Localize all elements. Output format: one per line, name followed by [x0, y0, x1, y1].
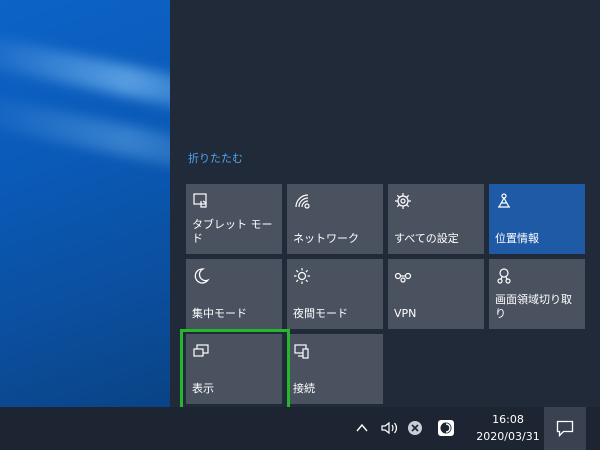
tile-all-settings[interactable]: すべての設定 — [388, 184, 484, 254]
snip-icon — [497, 268, 511, 284]
tile-label: 夜間モード — [293, 307, 348, 320]
tile-label: 画面領域切り取り — [495, 293, 572, 320]
tile-label: 接続 — [293, 382, 315, 395]
wallpaper-light-beam — [0, 91, 170, 179]
speaker-icon[interactable] — [380, 420, 400, 436]
close-circle-icon[interactable] — [407, 420, 423, 436]
location-icon — [498, 193, 510, 208]
tablet-mode-icon — [193, 193, 207, 208]
network-icon — [295, 194, 310, 209]
tile-focus-assist[interactable]: 集中モード — [186, 259, 282, 329]
collapse-link[interactable]: 折りたたむ — [188, 150, 243, 166]
tile-screen-snip[interactable]: 画面領域切り取り — [489, 259, 585, 329]
tile-location[interactable]: 位置情報 — [489, 184, 585, 254]
tile-label: 位置情報 — [495, 232, 539, 245]
tile-label: 表示 — [192, 382, 214, 395]
moon-icon — [194, 268, 210, 284]
tile-label: VPN — [394, 307, 417, 320]
vpn-icon — [394, 272, 412, 283]
tile-label: タブレット モード — [192, 218, 273, 245]
tile-night-light[interactable]: 夜間モード — [287, 259, 383, 329]
tile-label: 集中モード — [192, 307, 247, 320]
tile-project[interactable]: 表示 — [186, 334, 282, 404]
tile-network[interactable]: ネットワーク — [287, 184, 383, 254]
clock-date[interactable]: 2020/03/31 — [470, 430, 546, 443]
action-center-panel: 折りたたむ タブレット モード ネットワーク すべての設定 位置情報 集中モード… — [170, 0, 600, 450]
brightness-icon — [294, 268, 310, 284]
tile-vpn[interactable]: VPN — [388, 259, 484, 329]
app-icon[interactable] — [437, 419, 455, 437]
notification-button[interactable] — [544, 407, 586, 450]
gear-icon — [395, 193, 411, 209]
desktop-background — [0, 0, 170, 450]
notification-icon — [556, 420, 574, 437]
connect-icon — [294, 344, 309, 359]
clock-time[interactable]: 16:08 — [478, 413, 538, 426]
tile-connect[interactable]: 接続 — [287, 334, 383, 404]
tile-tablet-mode[interactable]: タブレット モード — [186, 184, 282, 254]
project-icon — [193, 344, 209, 357]
chevron-up-icon[interactable] — [355, 422, 369, 434]
tile-label: ネットワーク — [293, 232, 359, 245]
tile-label: すべての設定 — [394, 232, 459, 245]
